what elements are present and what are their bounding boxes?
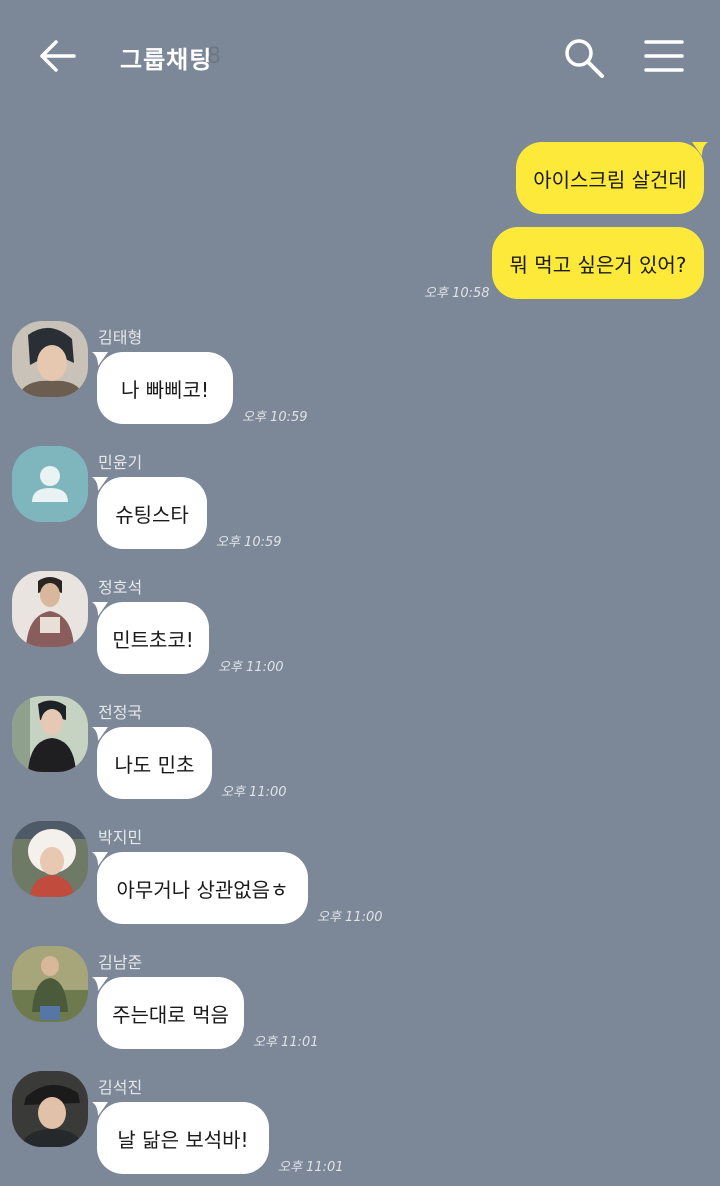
avatar[interactable] bbox=[12, 1071, 88, 1147]
message-text: 아무거나 상관없음ㅎ bbox=[116, 877, 289, 902]
chat-header: 그룹채팅 8 bbox=[0, 0, 720, 110]
message-time: 오후 11:00 bbox=[317, 910, 383, 925]
search-button[interactable] bbox=[562, 36, 606, 80]
avatar[interactable] bbox=[12, 321, 88, 397]
message-bubble[interactable]: 나도 민초 bbox=[97, 727, 212, 799]
search-icon bbox=[565, 39, 604, 78]
message-time: 오후 11:00 bbox=[218, 660, 284, 675]
message-bubble[interactable]: 날 닮은 보석바! bbox=[97, 1102, 269, 1174]
member-count: 8 bbox=[207, 44, 221, 69]
message-text: 주는대로 먹음 bbox=[112, 1002, 229, 1027]
sender-name: 전정국 bbox=[98, 703, 143, 722]
back-button[interactable] bbox=[36, 36, 80, 76]
sender-name: 김석진 bbox=[98, 1078, 143, 1097]
message-time: 오후 11:00 bbox=[221, 785, 287, 800]
sender-name: 김남준 bbox=[98, 953, 143, 972]
message-time: 오후 10:58 bbox=[424, 286, 490, 301]
avatar[interactable] bbox=[12, 446, 88, 522]
avatar[interactable] bbox=[12, 696, 88, 772]
avatar[interactable] bbox=[12, 571, 88, 647]
message-text: 슈팅스타 bbox=[115, 502, 189, 527]
arrow-left-icon bbox=[40, 40, 76, 72]
message-time: 오후 11:01 bbox=[253, 1035, 319, 1050]
sender-name: 민윤기 bbox=[98, 453, 143, 472]
message-bubble[interactable]: 민트초코! bbox=[97, 602, 209, 674]
bubble-tail bbox=[692, 142, 708, 156]
message-bubble[interactable]: 아무거나 상관없음ㅎ bbox=[97, 852, 308, 924]
hamburger-menu-icon bbox=[644, 40, 684, 72]
message-bubble[interactable]: 나 빠삐코! bbox=[97, 352, 233, 424]
sender-name: 정호석 bbox=[98, 578, 143, 597]
message-time: 오후 10:59 bbox=[242, 410, 308, 425]
person-silhouette-icon bbox=[12, 446, 88, 522]
avatar[interactable] bbox=[12, 946, 88, 1022]
sender-name: 박지민 bbox=[98, 828, 143, 847]
message-bubble[interactable]: 주는대로 먹음 bbox=[97, 977, 244, 1049]
message-text: 날 닮은 보석바! bbox=[117, 1127, 249, 1152]
message-text: 나 빠삐코! bbox=[121, 377, 209, 402]
message-bubble[interactable]: 슈팅스타 bbox=[97, 477, 207, 549]
chat-title: 그룹채팅 bbox=[120, 46, 213, 74]
avatar[interactable] bbox=[12, 821, 88, 897]
message-text: 뭐 먹고 싶은거 있어? bbox=[509, 252, 687, 277]
sender-name: 김태형 bbox=[98, 328, 143, 347]
message-text: 아이스크림 살건데 bbox=[533, 167, 687, 192]
message-time: 오후 10:59 bbox=[216, 535, 282, 550]
message-text: 나도 민초 bbox=[114, 752, 195, 777]
menu-button[interactable] bbox=[642, 38, 686, 78]
message-text: 민트초코! bbox=[112, 627, 194, 652]
message-time: 오후 11:01 bbox=[278, 1160, 344, 1175]
my-message-bubble[interactable]: 아이스크림 살건데 bbox=[516, 142, 704, 214]
my-message-bubble[interactable]: 뭐 먹고 싶은거 있어? bbox=[492, 227, 704, 299]
